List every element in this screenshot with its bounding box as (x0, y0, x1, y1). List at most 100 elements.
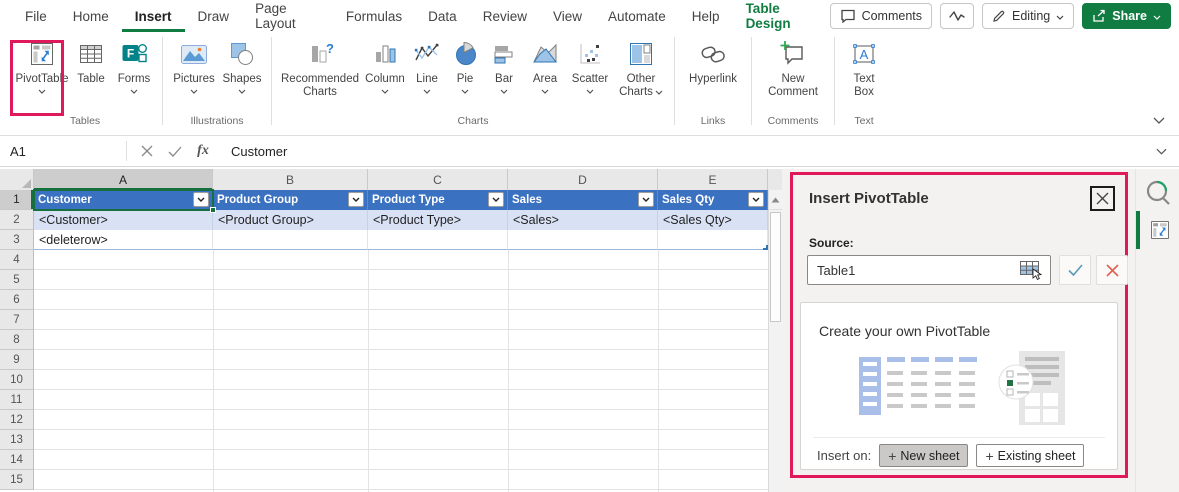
row-header-15[interactable]: 15 (0, 470, 34, 490)
cell-b3[interactable] (213, 230, 368, 250)
hyperlink-button[interactable]: Hyperlink (681, 32, 745, 86)
cell-e3[interactable] (658, 230, 768, 250)
name-box[interactable]: A1 (0, 136, 126, 166)
row-header-14[interactable]: 14 (0, 450, 34, 470)
ribbon-collapse-button[interactable] (1153, 111, 1165, 129)
table-header-sales[interactable]: Sales (508, 190, 658, 210)
row-header-2[interactable]: 2 (0, 210, 34, 230)
active-pane-indicator (1136, 211, 1140, 249)
scatter-chart-button[interactable]: Scatter (566, 32, 614, 94)
filter-button[interactable] (488, 192, 504, 207)
activity-button[interactable] (940, 3, 974, 29)
pane-close-button[interactable] (1090, 186, 1115, 211)
table-row: <Customer> <Product Group> <Product Type… (34, 210, 768, 230)
table-header-text: Sales (512, 194, 542, 206)
row-header-4[interactable]: 4 (0, 250, 34, 270)
filter-button[interactable] (748, 192, 764, 207)
tab-page-layout[interactable]: Page Layout (242, 0, 333, 32)
fill-handle[interactable] (210, 207, 216, 213)
cell-a3[interactable]: <deleterow> (34, 230, 213, 250)
tab-home[interactable]: Home (60, 0, 122, 32)
pie-chart-button[interactable]: Pie (446, 32, 484, 94)
row-header-12[interactable]: 12 (0, 410, 34, 430)
cell-d3[interactable] (508, 230, 658, 250)
column-header-c[interactable]: C (368, 169, 508, 190)
cell-c2[interactable]: <Product Type> (368, 210, 508, 230)
existing-sheet-button[interactable]: + Existing sheet (976, 444, 1084, 467)
line-chart-button[interactable]: Line (408, 32, 446, 94)
column-chart-icon (370, 39, 400, 69)
scrollbar-thumb[interactable] (770, 212, 781, 322)
column-chart-button[interactable]: Column (362, 32, 408, 94)
tab-data[interactable]: Data (415, 0, 470, 32)
line-chart-label: Line (416, 73, 438, 86)
recommended-charts-label: Recommended Charts (278, 73, 362, 99)
tab-draw[interactable]: Draw (185, 0, 243, 32)
row-header-8[interactable]: 8 (0, 330, 34, 350)
tab-automate[interactable]: Automate (595, 0, 679, 32)
formula-bar-value[interactable]: Customer (231, 144, 287, 159)
editing-mode-button[interactable]: Editing (982, 3, 1074, 29)
table-header-sales-qty[interactable]: Sales Qty (658, 190, 768, 210)
share-button[interactable]: Share (1082, 3, 1171, 29)
tab-review[interactable]: Review (470, 0, 540, 32)
bar-chart-button[interactable]: Bar (484, 32, 524, 94)
source-cancel-button[interactable] (1096, 255, 1128, 285)
filter-button[interactable] (348, 192, 364, 207)
row-header-3[interactable]: 3 (0, 230, 34, 250)
column-header-a[interactable]: A (34, 169, 213, 190)
tab-file[interactable]: File (12, 0, 60, 32)
search-rail-button[interactable] (1144, 178, 1173, 212)
forms-button[interactable]: F Forms (112, 32, 156, 94)
recommended-charts-button[interactable]: ? Recommended Charts (278, 32, 362, 99)
table-button[interactable]: Table (70, 32, 112, 86)
row-header-10[interactable]: 10 (0, 370, 34, 390)
row-header-11[interactable]: 11 (0, 390, 34, 410)
cell-d2[interactable]: <Sales> (508, 210, 658, 230)
column-header-d[interactable]: D (508, 169, 658, 190)
table-header-product-group[interactable]: Product Group (213, 190, 368, 210)
comments-button[interactable]: Comments (830, 3, 932, 29)
row-header-1[interactable]: 1 (0, 190, 34, 210)
area-chart-button[interactable]: Area (524, 32, 566, 94)
other-charts-button[interactable]: Other Charts (614, 32, 668, 99)
new-sheet-button[interactable]: + New sheet (879, 444, 968, 467)
pictures-button[interactable]: Pictures (169, 32, 219, 94)
tab-table-design[interactable]: Table Design (733, 0, 830, 32)
pivottable-pane-rail-button[interactable] (1148, 218, 1172, 247)
tab-view[interactable]: View (540, 0, 595, 32)
range-picker-icon[interactable] (1018, 259, 1044, 281)
pivottable-button[interactable]: PivotTable (14, 32, 70, 94)
tab-insert[interactable]: Insert (122, 0, 185, 32)
scroll-up-button[interactable] (769, 190, 782, 210)
cell-b2[interactable]: <Product Group> (213, 210, 368, 230)
row-header-13[interactable]: 13 (0, 430, 34, 450)
filter-button[interactable] (638, 192, 654, 207)
insert-function-button[interactable]: fx (189, 139, 217, 163)
column-header-e[interactable]: E (658, 169, 768, 190)
pivottable-label: PivotTable (15, 73, 68, 86)
row-header-9[interactable]: 9 (0, 350, 34, 370)
column-header-b[interactable]: B (213, 169, 368, 190)
row-header-5[interactable]: 5 (0, 270, 34, 290)
cell-c3[interactable] (368, 230, 508, 250)
vertical-scrollbar[interactable] (768, 190, 782, 492)
table-header-product-type[interactable]: Product Type (368, 190, 508, 210)
shapes-button[interactable]: Shapes (219, 32, 265, 94)
tab-help[interactable]: Help (679, 0, 733, 32)
row-header-7[interactable]: 7 (0, 310, 34, 330)
text-box-button[interactable]: A Text Box (841, 32, 887, 99)
cell-e2[interactable]: <Sales Qty> (658, 210, 768, 230)
source-confirm-button[interactable] (1059, 255, 1091, 285)
source-input[interactable]: Table1 (807, 255, 1051, 285)
cancel-entry-button[interactable] (133, 139, 161, 163)
confirm-entry-button[interactable] (161, 139, 189, 163)
formula-bar-expand-button[interactable] (1156, 142, 1179, 160)
select-all-corner[interactable] (0, 169, 34, 190)
cell-a2[interactable]: <Customer> (34, 210, 213, 230)
ribbon-group-label-links: Links (701, 114, 726, 128)
row-header-6[interactable]: 6 (0, 290, 34, 310)
new-comment-button[interactable]: New Comment (758, 32, 828, 99)
name-box-value: A1 (10, 144, 26, 159)
tab-formulas[interactable]: Formulas (333, 0, 415, 32)
